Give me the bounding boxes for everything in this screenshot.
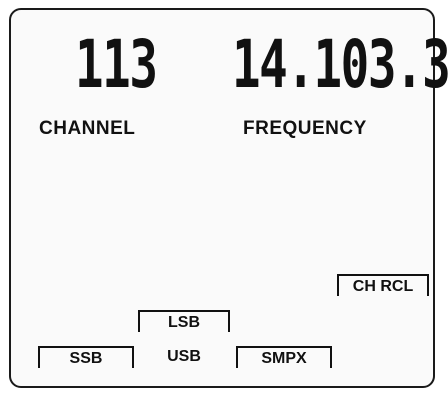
smpx-indicator: SMPX xyxy=(236,346,332,368)
frequency-label: FREQUENCY xyxy=(243,118,367,139)
channel-readout: 113 xyxy=(75,26,158,103)
usb-label: USB xyxy=(167,348,201,365)
channel-label: CHANNEL xyxy=(39,118,136,139)
frequency-readout: 14.103.3 xyxy=(232,26,448,103)
ssb-label: SSB xyxy=(69,350,103,367)
lsb-indicator: LSB xyxy=(138,310,230,332)
smpx-label: SMPX xyxy=(261,350,307,367)
lsb-label: LSB xyxy=(168,314,200,331)
ch-rcl-indicator: CH RCL xyxy=(337,274,429,296)
ch-rcl-label: CH RCL xyxy=(352,278,414,295)
ssb-indicator: SSB xyxy=(38,346,134,368)
usb-indicator: USB xyxy=(138,346,230,368)
